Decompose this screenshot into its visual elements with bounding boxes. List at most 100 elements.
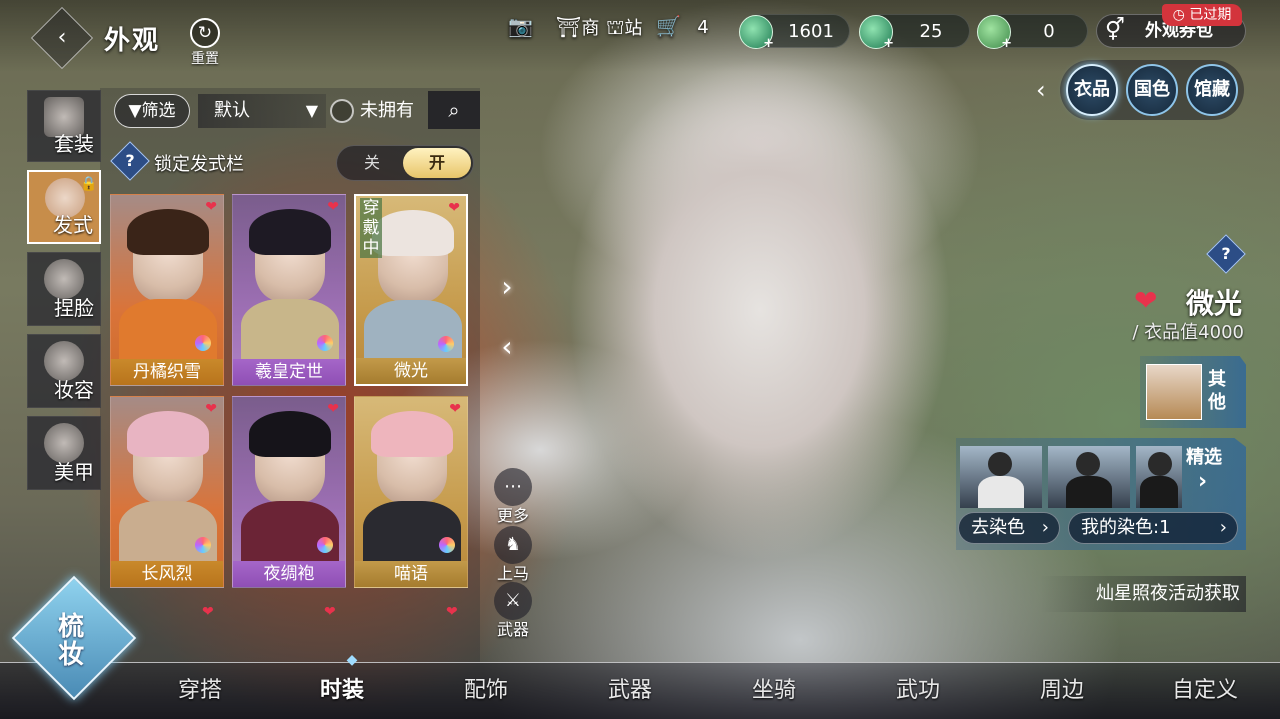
gold-coin-icon: + xyxy=(977,15,1012,50)
weapon-button[interactable]: ⚔ 武器 xyxy=(492,582,534,640)
camera-icon[interactable]: 📷 xyxy=(508,14,533,52)
tab-fashion[interactable]: 时装 xyxy=(320,672,364,704)
item-source: 灿星照夜活动获取 xyxy=(1040,576,1246,612)
card-name: 喵语 xyxy=(355,561,467,587)
back-arrow-icon: ‹ xyxy=(57,25,67,50)
search-button[interactable]: ⌕ xyxy=(428,91,480,129)
funnel-icon: ▼ xyxy=(128,101,142,121)
favorite-heart-icon[interactable]: ❤ xyxy=(1134,284,1157,317)
sidebar-item-label: 套装 xyxy=(54,132,94,156)
hairstyle-card[interactable]: ❤ 丹橘织雪 xyxy=(110,194,224,386)
weapon-label: 武器 xyxy=(496,620,529,639)
expired-badge: ◷ 已过期 xyxy=(1162,4,1242,26)
heart-icon[interactable]: ❤ xyxy=(324,604,336,620)
collapse-left-icon[interactable]: ‹ xyxy=(490,326,524,368)
dye-thumbnail[interactable] xyxy=(1048,446,1130,508)
card-name: 夜绸袍 xyxy=(233,561,345,587)
heart-icon[interactable]: ❤ xyxy=(448,200,460,216)
tab-mounts[interactable]: 坐骑 xyxy=(752,672,796,704)
search-icon: ⌕ xyxy=(448,98,460,122)
tab-outfit-score[interactable]: 衣品 xyxy=(1066,64,1118,116)
not-owned-checkbox[interactable]: 未拥有 xyxy=(330,94,414,128)
cart-count: 4 xyxy=(697,17,709,38)
tab-national-color[interactable]: 国色 xyxy=(1126,64,1178,116)
lock-toggle[interactable]: 关 开 xyxy=(336,145,474,181)
card-body xyxy=(119,501,217,567)
reset-label: 重置 xyxy=(191,51,219,67)
tab-custom[interactable]: 自定义 xyxy=(1172,672,1238,704)
page-title: 外观 xyxy=(104,26,161,56)
reset-icon: ↻ xyxy=(190,18,220,48)
card-name: 羲皇定世 xyxy=(233,359,345,385)
heart-icon[interactable]: ❤ xyxy=(327,401,339,417)
lock-icon: 🔒 xyxy=(80,176,98,192)
currency-bound-jade[interactable]: + 25 xyxy=(859,14,970,50)
heart-icon[interactable]: ❤ xyxy=(202,604,214,620)
heart-icon[interactable]: ❤ xyxy=(446,604,458,620)
other-button[interactable]: 其他 xyxy=(1140,356,1246,428)
card-hair xyxy=(371,411,453,457)
shop-button[interactable]: ⛩商 xyxy=(556,14,599,52)
item-help-icon[interactable]: ? xyxy=(1206,234,1246,274)
filter-button[interactable]: ▼筛选 xyxy=(114,94,190,128)
sidebar-item-nails[interactable]: 美甲 xyxy=(27,416,101,490)
heart-icon[interactable]: ❤ xyxy=(205,199,217,215)
heart-icon[interactable]: ❤ xyxy=(449,401,461,417)
toggle-off-label[interactable]: 关 xyxy=(337,146,407,180)
dye-thumbnail[interactable] xyxy=(1136,446,1182,508)
currency-gold[interactable]: + 0 xyxy=(977,14,1088,50)
hairstyle-card[interactable]: ❤ 夜绸袍 xyxy=(232,396,346,588)
toggle-on-label[interactable]: 开 xyxy=(403,148,471,178)
reset-button[interactable]: ↻ 重置 xyxy=(183,18,227,68)
card-body xyxy=(364,300,462,366)
more-label: 更多 xyxy=(496,506,529,525)
bound-jade-coin-icon: + xyxy=(859,15,894,50)
currency-value: 1601 xyxy=(788,21,834,42)
sidebar-item-face[interactable]: 捏脸 xyxy=(27,252,101,326)
tab-collection[interactable]: 馆藏 xyxy=(1186,64,1238,116)
card-body xyxy=(241,501,339,567)
currency-jade[interactable]: + 1601 xyxy=(739,14,850,50)
chevron-right-icon: › xyxy=(1041,517,1049,538)
dye-gem-icon xyxy=(317,537,333,553)
shop-label: 商 xyxy=(581,18,600,39)
hairstyle-card[interactable]: ❤ 喵语 xyxy=(354,396,468,588)
remove-dye-button[interactable]: 去染色 › xyxy=(958,512,1060,544)
jade-coin-icon: + xyxy=(739,15,774,50)
more-button[interactable]: ⋯ 更多 xyxy=(492,468,534,526)
sidebar-item-outfit[interactable]: 套装 xyxy=(27,90,101,162)
hairstyle-card[interactable]: ❤ 长风烈 xyxy=(110,396,224,588)
tab-martial-arts[interactable]: 武功 xyxy=(896,672,940,704)
card-hair xyxy=(249,411,331,457)
cart-button[interactable]: 🛒 4 xyxy=(656,14,709,52)
collapse-tabs-icon[interactable]: ‹ xyxy=(1036,76,1046,104)
card-hair xyxy=(127,411,209,457)
gender-icon: ⚥ xyxy=(1105,18,1125,43)
mount-button[interactable]: ♞ 上马 xyxy=(492,526,534,584)
sidebar-item-makeup[interactable]: 妆容 xyxy=(27,334,101,408)
hairstyle-card[interactable]: ❤ 羲皇定世 xyxy=(232,194,346,386)
station-button[interactable]: ⛫站 xyxy=(606,14,642,52)
featured-button[interactable]: 精选 › xyxy=(1186,446,1246,494)
heart-icon[interactable]: ❤ xyxy=(205,401,217,417)
hairstyle-card-selected[interactable]: ❤ 穿戴中 微光 xyxy=(354,194,468,386)
active-tab-indicator-icon: ◆ xyxy=(346,652,358,668)
heart-icon[interactable]: ❤ xyxy=(327,199,339,215)
lock-hairstyle-label: 锁定发式栏 xyxy=(154,154,244,175)
tab-outfits[interactable]: 穿搭 xyxy=(178,672,222,704)
tab-accessories[interactable]: 配饰 xyxy=(464,672,508,704)
tab-weapons[interactable]: 武器 xyxy=(608,672,652,704)
sword-icon: ⚔ xyxy=(494,582,532,620)
remove-dye-label: 去染色 xyxy=(971,517,1025,538)
dye-thumbnail[interactable] xyxy=(960,446,1042,508)
sort-dropdown[interactable]: 默认 ▼ xyxy=(198,94,326,128)
tab-peripherals[interactable]: 周边 xyxy=(1040,672,1084,704)
card-hair xyxy=(249,209,331,255)
chevron-right-icon: › xyxy=(1198,469,1208,494)
expand-right-icon[interactable]: › xyxy=(490,266,524,308)
dye-gem-icon xyxy=(195,537,211,553)
my-dye-button[interactable]: 我的染色:1 › xyxy=(1068,512,1238,544)
other-thumbnail xyxy=(1146,364,1202,420)
dye-gem-icon xyxy=(439,537,455,553)
card-name: 丹橘织雪 xyxy=(111,359,223,385)
